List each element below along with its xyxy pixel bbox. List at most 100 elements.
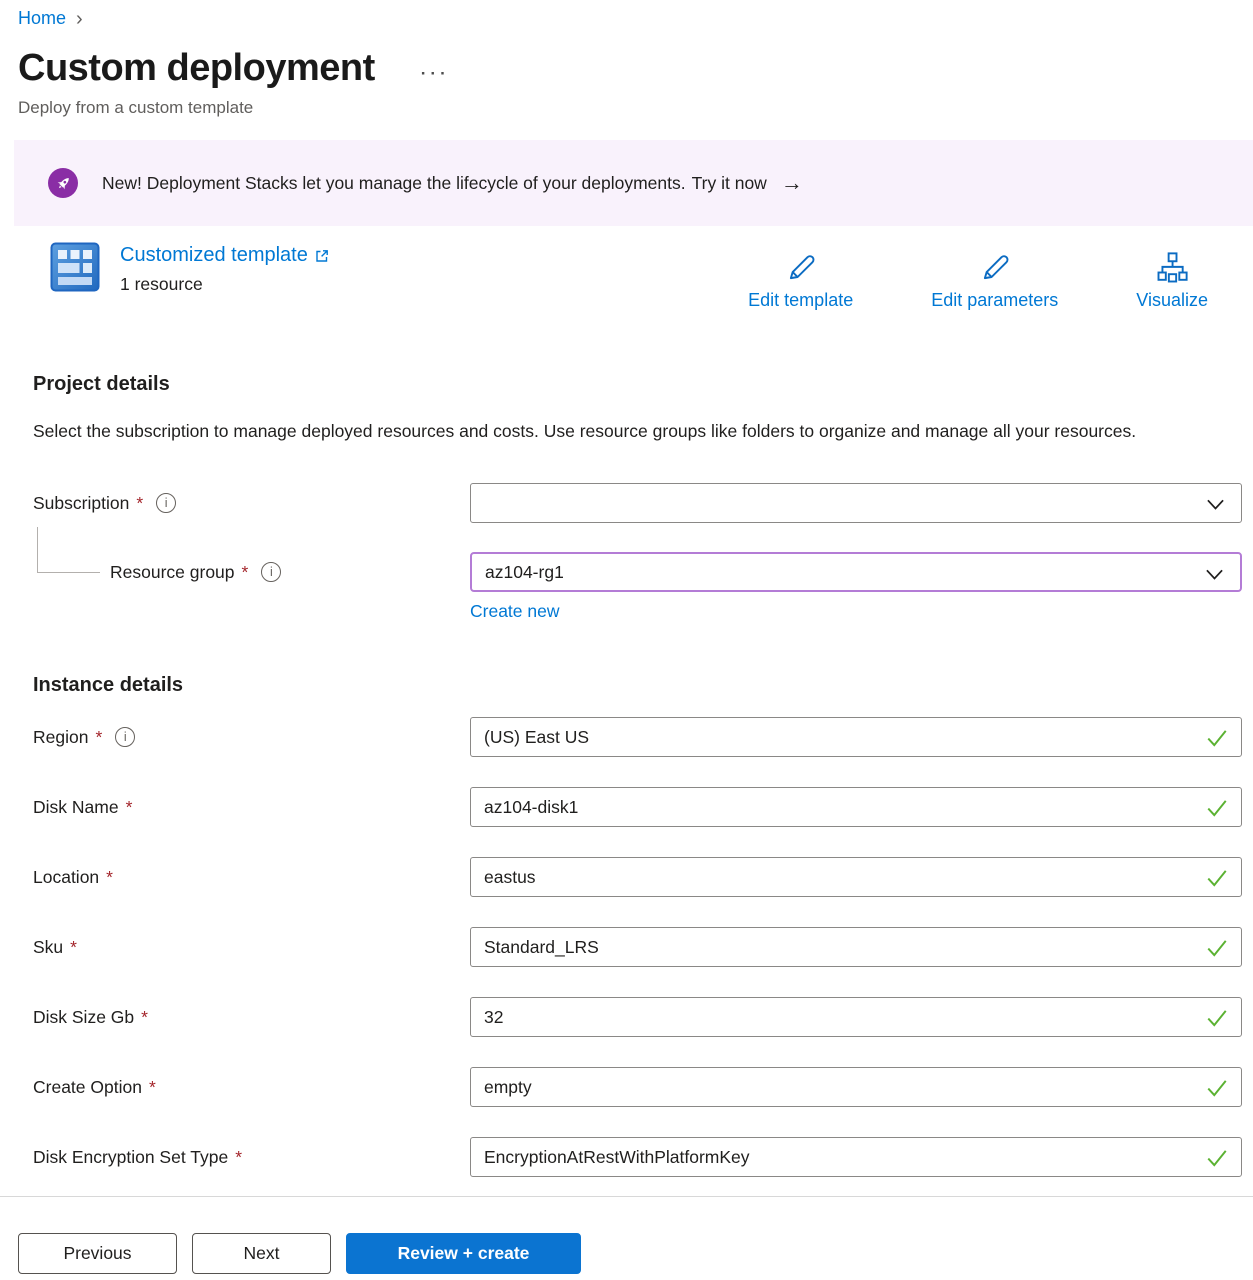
create-option-input[interactable]	[470, 1067, 1242, 1107]
disk-name-input-field[interactable]	[484, 797, 1197, 818]
info-icon[interactable]: i	[156, 493, 176, 513]
resource-group-row: Resource group * i az104-rg1	[33, 552, 1242, 592]
pencil-icon	[783, 250, 819, 286]
required-marker: *	[235, 1147, 242, 1168]
resource-group-dropdown[interactable]: az104-rg1	[470, 552, 1242, 592]
region-label: Region * i	[33, 727, 470, 748]
location-input[interactable]	[470, 857, 1242, 897]
disk-size-row: Disk Size Gb *	[33, 997, 1242, 1037]
deployment-stacks-banner[interactable]: New! Deployment Stacks let you manage th…	[14, 140, 1253, 226]
valid-check-icon	[1205, 727, 1229, 754]
project-details-heading: Project details	[33, 373, 1253, 396]
info-icon[interactable]: i	[115, 727, 135, 747]
required-marker: *	[242, 562, 249, 583]
next-button[interactable]: Next	[192, 1233, 331, 1274]
create-option-label-text: Create Option	[33, 1077, 142, 1098]
previous-button[interactable]: Previous	[18, 1233, 177, 1274]
required-marker: *	[70, 937, 77, 958]
region-row: Region * i	[33, 717, 1242, 757]
page-content: Home › Custom deployment ··· Deploy from…	[0, 0, 1253, 1196]
valid-check-icon	[1205, 1007, 1229, 1034]
page-title: Custom deployment	[18, 47, 375, 90]
sku-input[interactable]	[470, 927, 1242, 967]
disk-name-row: Disk Name *	[33, 787, 1242, 827]
region-label-text: Region	[33, 727, 88, 748]
disk-encryption-set-type-input-field[interactable]	[484, 1147, 1197, 1168]
valid-check-icon	[1205, 1147, 1229, 1174]
template-resource-count: 1 resource	[120, 274, 330, 295]
breadcrumb: Home ›	[18, 8, 1253, 29]
create-new-link[interactable]: Create new	[470, 601, 560, 622]
disk-encryption-set-type-label: Disk Encryption Set Type *	[33, 1147, 470, 1168]
disk-name-label: Disk Name *	[33, 797, 470, 818]
required-marker: *	[141, 1007, 148, 1028]
visualize-button[interactable]: Visualize	[1136, 250, 1208, 311]
edit-template-button[interactable]: Edit template	[748, 250, 853, 311]
subscription-label-text: Subscription	[33, 493, 129, 514]
location-input-field[interactable]	[484, 867, 1197, 888]
footer-bar: Previous Next Review + create	[0, 1196, 1253, 1280]
banner-try-it-now-link[interactable]: Try it now	[692, 173, 767, 194]
required-marker: *	[126, 797, 133, 818]
more-options-button[interactable]: ···	[421, 64, 450, 84]
location-row: Location *	[33, 857, 1242, 897]
template-actions: Edit template Edit parameters Visualize	[748, 242, 1208, 311]
sku-label: Sku *	[33, 937, 470, 958]
valid-check-icon	[1205, 797, 1229, 824]
chevron-down-icon	[1205, 566, 1224, 587]
customized-template-link[interactable]: Customized template	[120, 244, 330, 267]
disk-encryption-set-type-row: Disk Encryption Set Type *	[33, 1137, 1242, 1177]
disk-encryption-set-type-label-text: Disk Encryption Set Type	[33, 1147, 228, 1168]
pencil-icon	[977, 250, 1013, 286]
valid-check-icon	[1205, 937, 1229, 964]
chevron-down-icon	[1206, 496, 1225, 517]
required-marker: *	[149, 1077, 156, 1098]
required-marker: *	[95, 727, 102, 748]
resource-group-value: az104-rg1	[485, 562, 1196, 583]
subscription-dropdown[interactable]	[470, 483, 1242, 523]
disk-size-label-text: Disk Size Gb	[33, 1007, 134, 1028]
subscription-row: Subscription * i	[33, 483, 1242, 523]
edit-parameters-label: Edit parameters	[931, 290, 1058, 311]
review-create-button[interactable]: Review + create	[346, 1233, 581, 1274]
banner-message: New! Deployment Stacks let you manage th…	[102, 173, 686, 194]
sku-label-text: Sku	[33, 937, 63, 958]
disk-size-input-field[interactable]	[484, 1007, 1197, 1028]
valid-check-icon	[1205, 867, 1229, 894]
arrow-right-icon: →	[781, 172, 803, 194]
visualize-label: Visualize	[1136, 290, 1208, 311]
resource-group-wrap: Resource group * i az104-rg1	[0, 552, 1253, 592]
breadcrumb-separator-icon: ›	[76, 9, 83, 29]
template-summary: Customized template 1 resource	[50, 242, 330, 297]
project-details-description: Select the subscription to manage deploy…	[33, 416, 1183, 447]
sku-row: Sku *	[33, 927, 1242, 967]
title-row: Custom deployment ···	[18, 47, 1253, 90]
location-label: Location *	[33, 867, 470, 888]
disk-name-label-text: Disk Name	[33, 797, 119, 818]
region-input-field[interactable]	[484, 727, 1197, 748]
sku-input-field[interactable]	[484, 937, 1197, 958]
resource-group-label-text: Resource group	[110, 562, 235, 583]
create-option-row: Create Option *	[33, 1067, 1242, 1107]
location-label-text: Location	[33, 867, 99, 888]
breadcrumb-home-link[interactable]: Home	[18, 8, 66, 29]
disk-size-label: Disk Size Gb *	[33, 1007, 470, 1028]
disk-encryption-set-type-input[interactable]	[470, 1137, 1242, 1177]
disk-size-input[interactable]	[470, 997, 1242, 1037]
instance-details-heading: Instance details	[33, 674, 1253, 697]
required-marker: *	[106, 867, 113, 888]
rocket-icon	[48, 168, 78, 198]
region-input[interactable]	[470, 717, 1242, 757]
footer-buttons: Previous Next Review + create	[18, 1233, 1253, 1274]
edit-parameters-button[interactable]: Edit parameters	[931, 250, 1058, 311]
customized-template-label: Customized template	[120, 244, 308, 267]
create-option-label: Create Option *	[33, 1077, 470, 1098]
template-icon	[50, 242, 100, 297]
create-option-input-field[interactable]	[484, 1077, 1197, 1098]
disk-name-input[interactable]	[470, 787, 1242, 827]
template-row: Customized template 1 resource Edit temp…	[50, 242, 1208, 311]
required-marker: *	[136, 493, 143, 514]
page-subtitle: Deploy from a custom template	[18, 98, 1253, 118]
info-icon[interactable]: i	[261, 562, 281, 582]
external-link-icon	[314, 248, 330, 264]
